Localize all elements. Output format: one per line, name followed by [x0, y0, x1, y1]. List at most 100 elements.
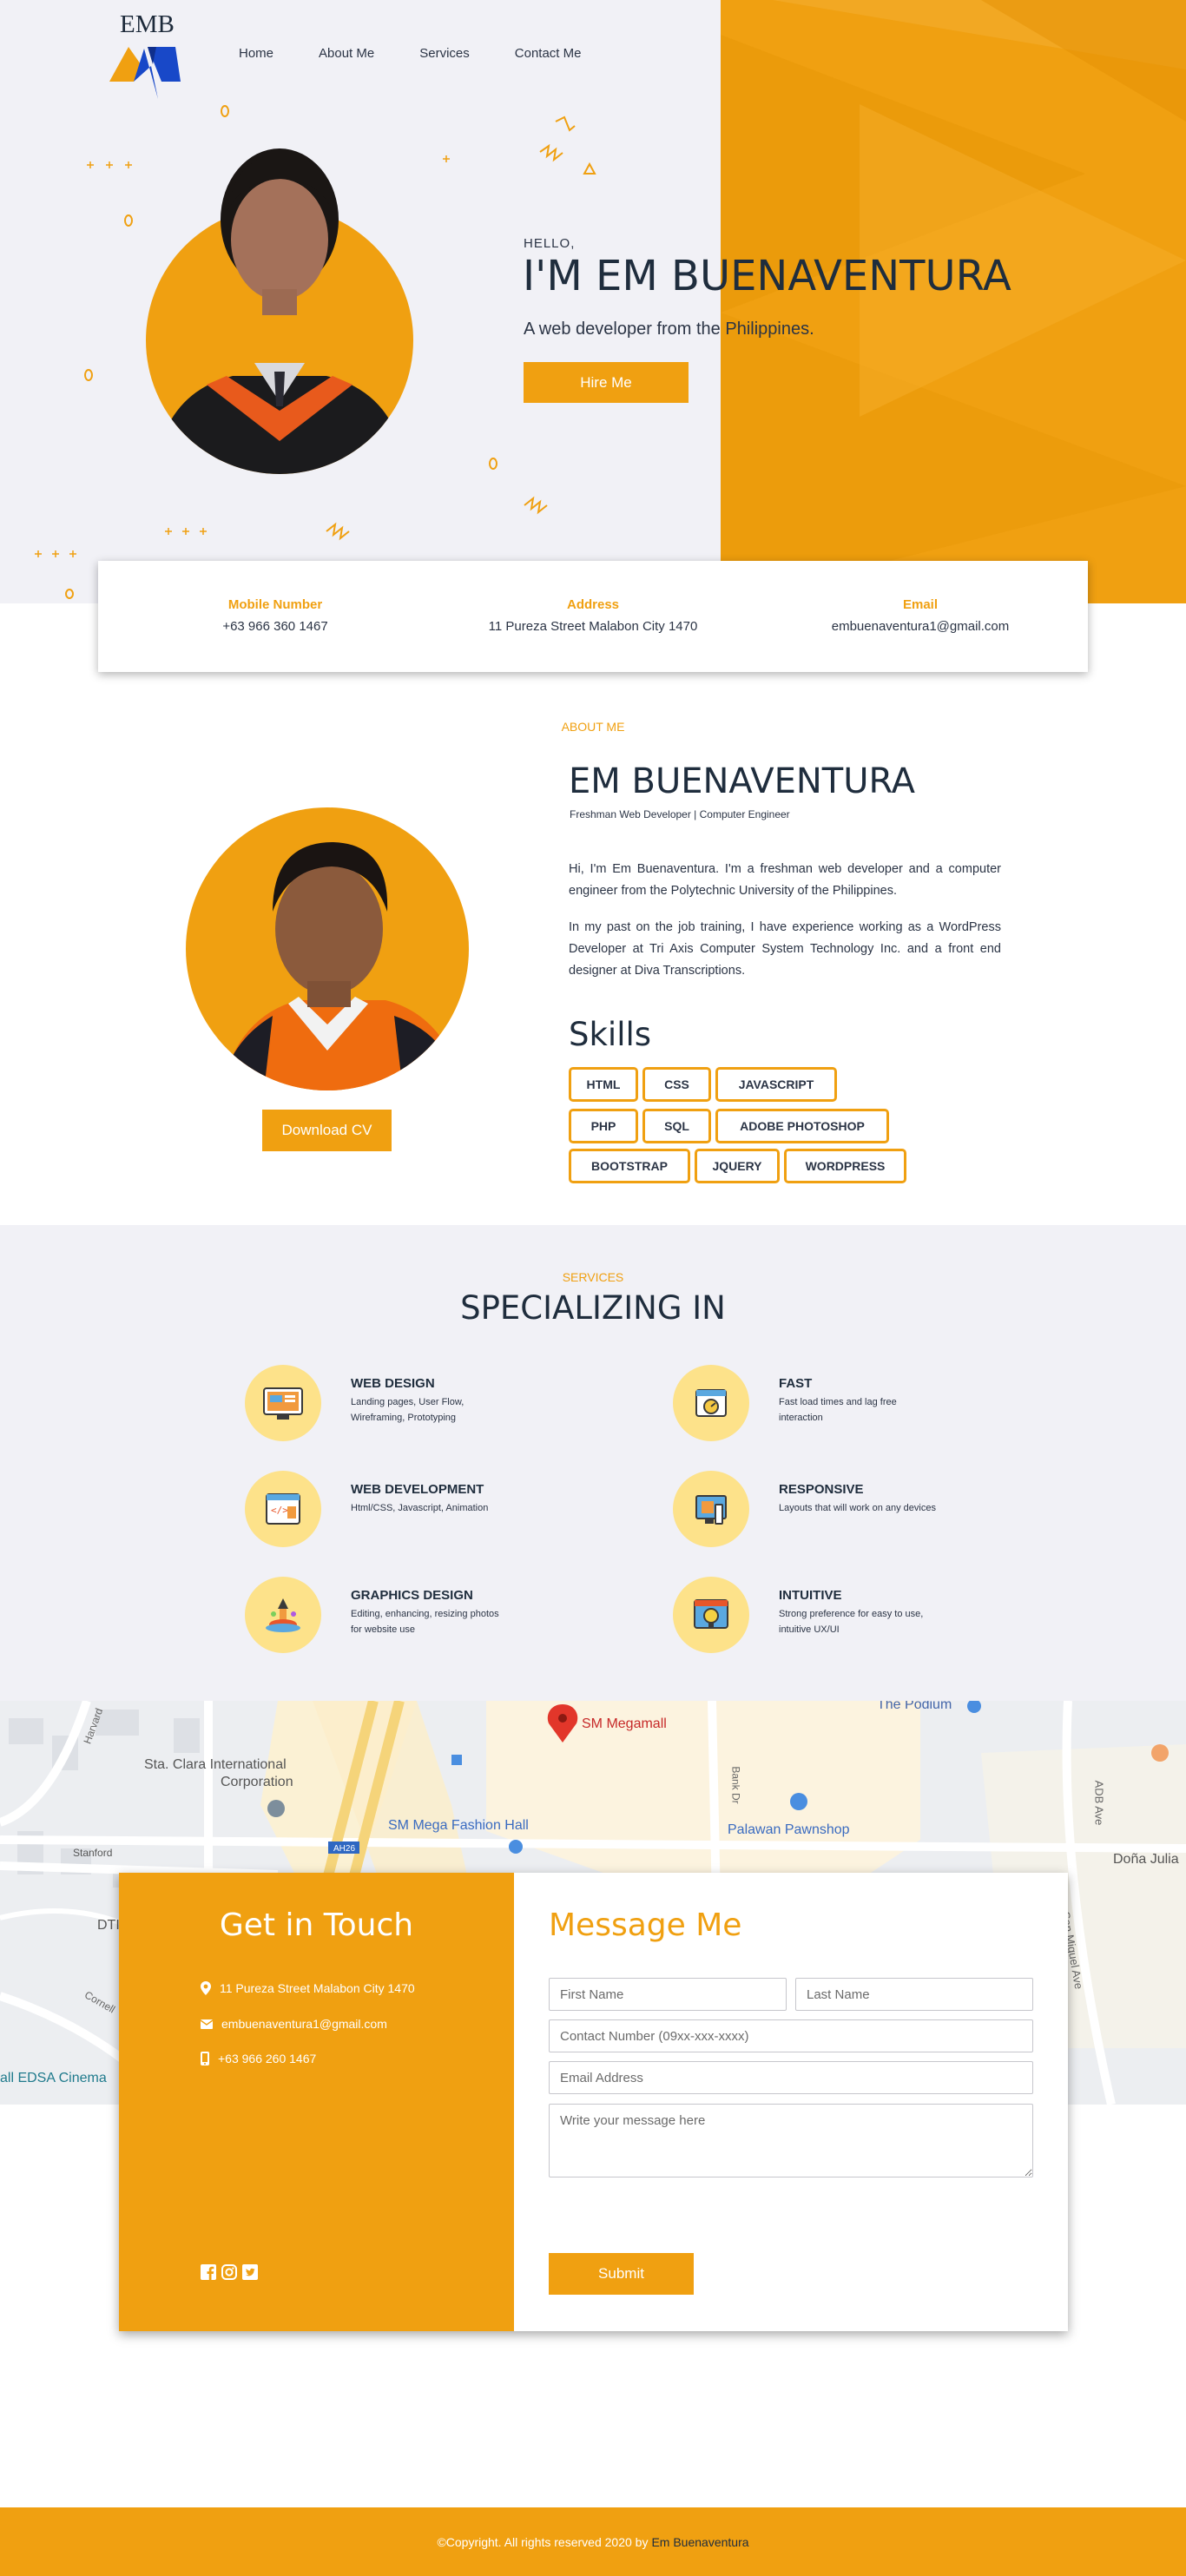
about-role: Freshman Web Developer | Computer Engine…	[570, 808, 790, 820]
graphics-design-icon	[245, 1577, 321, 1653]
service-title: WEB DEVELOPMENT	[351, 1482, 484, 1497]
skill-badge: HTML	[569, 1067, 638, 1102]
hero-name: I'M EM BUENAVENTURA	[523, 252, 1011, 300]
nav-about-me[interactable]: About Me	[319, 46, 374, 61]
service-desc: Strong preference for easy to use, intui…	[779, 1609, 924, 1635]
skill-badge: ADOBE PHOTOSHOP	[715, 1109, 889, 1143]
hero-accent-panel	[721, 0, 1186, 603]
email-label: Email	[902, 597, 939, 612]
about-paragraph-2: In my past on the job training, I have e…	[569, 920, 1001, 978]
first-name-field[interactable]	[549, 1978, 787, 2011]
email-info: Email embuenaventura1@gmail.com	[790, 597, 1051, 634]
services-eyebrow: SERVICES	[562, 1270, 624, 1284]
hero-triangle-pattern	[721, 0, 1186, 603]
footer: ©Copyright. All rights reserved 2020 by …	[0, 2507, 1186, 2576]
service-title: WEB DESIGN	[351, 1376, 435, 1391]
address-info: Address 11 Pureza Street Malabon City 14…	[463, 597, 723, 634]
map-label: Corporation	[221, 1775, 293, 1789]
mobile-phone-icon	[201, 2052, 209, 2065]
email-value[interactable]: embuenaventura1@gmail.com	[790, 619, 1051, 634]
service-desc: Layouts that will work on any devices	[779, 1503, 936, 1513]
service-desc: Html/CSS, Javascript, Animation	[351, 1503, 489, 1513]
nav-home[interactable]: Home	[239, 46, 273, 61]
hero-section: EMB Home About Me Services Contact Me HE…	[0, 0, 1186, 603]
message-me-title: Message Me	[549, 1907, 742, 1943]
map-label: The Podium	[877, 1701, 952, 1712]
about-name: EM BUENAVENTURA	[569, 761, 916, 801]
skill-badge: WORDPRESS	[784, 1149, 906, 1183]
map-label: SM Megamall	[582, 1716, 667, 1731]
address-value: 11 Pureza Street Malabon City 1470	[488, 619, 698, 634]
responsive-icon	[673, 1471, 749, 1547]
message-field[interactable]	[549, 2104, 1033, 2177]
envelope-icon	[201, 2019, 213, 2029]
logo-text: EMB	[120, 10, 175, 38]
main-nav: Home About Me Services Contact Me	[239, 46, 581, 61]
map-label: Stanford	[73, 1847, 113, 1859]
skill-badge: CSS	[642, 1067, 711, 1102]
contact-address: 11 Pureza Street Malabon City 1470	[220, 1981, 415, 1995]
mobile-label: Mobile Number	[227, 597, 323, 612]
map-label: ADB Ave	[1092, 1780, 1106, 1826]
map-label: Doña Julia	[1113, 1852, 1179, 1867]
map-label: SM Mega Fashion Hall	[388, 1818, 529, 1833]
mobile-value: +63 966 360 1467	[222, 619, 328, 634]
about-profile-photo	[186, 807, 469, 1090]
contact-email[interactable]: embuenaventura1@gmail.com	[221, 2017, 387, 2031]
map-label: Sta. Clara International	[144, 1757, 287, 1772]
footer-owner: Em Buenaventura	[651, 2534, 749, 2549]
download-cv-button[interactable]: Download CV	[262, 1110, 392, 1151]
service-title: INTUITIVE	[779, 1588, 842, 1603]
skill-badge: PHP	[569, 1109, 638, 1143]
service-title: GRAPHICS DESIGN	[351, 1588, 473, 1603]
address-label: Address	[566, 597, 620, 612]
about-paragraph-1: Hi, I'm Em Buenaventura. I'm a freshman …	[569, 862, 1001, 898]
facebook-icon[interactable]	[201, 2264, 216, 2280]
location-pin-icon	[201, 1981, 211, 1995]
svg-text:</>: </>	[271, 1505, 288, 1516]
hire-me-button[interactable]: Hire Me	[524, 362, 689, 403]
service-title: FAST	[779, 1376, 813, 1391]
service-title: RESPONSIVE	[779, 1482, 864, 1497]
skills-title: Skills	[569, 1016, 652, 1053]
hero-face	[221, 148, 339, 315]
instagram-icon[interactable]	[221, 2264, 237, 2280]
email-address-field[interactable]	[549, 2061, 1033, 2094]
skill-badge: JQUERY	[695, 1149, 780, 1183]
service-desc: Landing pages, User Flow, Wireframing, P…	[351, 1397, 465, 1423]
contact-number-field[interactable]	[549, 2019, 1033, 2052]
ah26-shield-label: AH26	[333, 1844, 355, 1854]
map-label: all EDSA Cinema	[0, 2071, 107, 2085]
map-label: Palawan Pawnshop	[728, 1822, 850, 1837]
footer-copyright: ©Copyright. All rights reserved 2020 by	[437, 2534, 649, 2549]
skill-badge: BOOTSTRAP	[569, 1149, 690, 1183]
get-in-touch-title: Get in Touch	[219, 1907, 414, 1943]
contact-phone: +63 966 260 1467	[218, 2052, 317, 2065]
skill-badge: JAVASCRIPT	[715, 1067, 837, 1102]
hero-greeting: HELLO,	[524, 236, 576, 251]
hero-subtitle: A web developer from the Philippines.	[524, 320, 814, 339]
nav-contact-me[interactable]: Contact Me	[515, 46, 582, 61]
intuitive-icon	[673, 1577, 749, 1653]
web-design-icon	[245, 1365, 321, 1441]
nav-services[interactable]: Services	[419, 46, 470, 61]
about-eyebrow: ABOUT ME	[561, 720, 625, 734]
contact-email-row: embuenaventura1@gmail.com	[201, 2017, 387, 2031]
contact-info-card: Mobile Number +63 966 360 1467 Address 1…	[98, 561, 1088, 672]
contact-card: Get in Touch 11 Pureza Street Malabon Ci…	[119, 1873, 1068, 2331]
submit-button[interactable]: Submit	[549, 2253, 694, 2295]
last-name-field[interactable]	[795, 1978, 1033, 2011]
web-development-icon: </>	[245, 1471, 321, 1547]
service-desc: Editing, enhancing, resizing photos for …	[351, 1609, 499, 1635]
service-desc: Fast load times and lag free interaction	[779, 1397, 897, 1423]
fast-icon	[673, 1365, 749, 1441]
social-links	[201, 2264, 258, 2280]
skill-badge: SQL	[642, 1109, 711, 1143]
map-label: DTI	[97, 1918, 120, 1933]
services-title: SPECIALIZING IN	[460, 1289, 726, 1327]
contact-phone-row: +63 966 260 1467	[201, 2052, 316, 2065]
map-label: Bank Dr	[729, 1766, 742, 1804]
services-section: SERVICES SPECIALIZING IN WEB DESIGN Land…	[0, 1225, 1186, 1701]
contact-address-row: 11 Pureza Street Malabon City 1470	[201, 1981, 415, 1995]
twitter-icon[interactable]	[242, 2264, 258, 2280]
